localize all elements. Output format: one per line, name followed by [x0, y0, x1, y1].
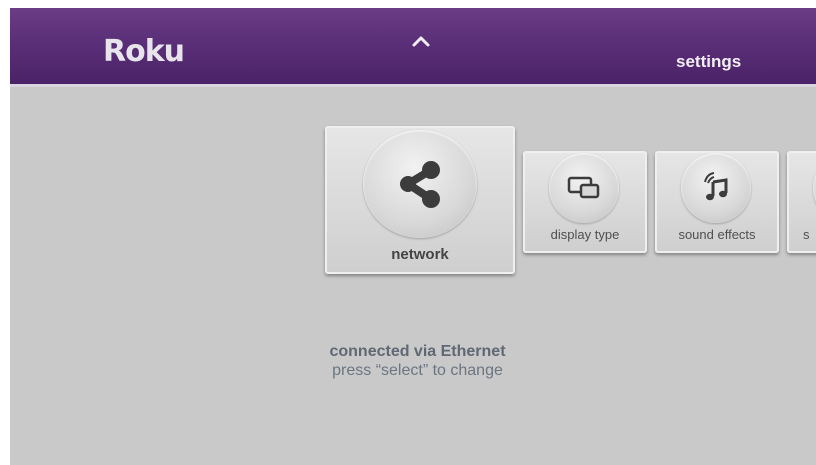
tile-label-sound-effects: sound effects — [678, 227, 756, 242]
tile-label-partial: s — [803, 227, 810, 242]
tile-partial[interactable]: s — [787, 151, 816, 253]
tile-label-network: network — [391, 246, 449, 263]
display-screens-icon — [567, 176, 600, 199]
header-bar: Roku settings — [10, 8, 816, 87]
tv-screen: Roku settings network display type sound… — [10, 8, 816, 465]
tile-network[interactable]: network — [325, 126, 515, 274]
tile-display-type[interactable]: display type — [523, 151, 647, 253]
page-title: settings — [676, 52, 742, 71]
roku-logo: Roku — [103, 34, 185, 69]
music-note-sound-icon — [704, 172, 728, 201]
connection-status: connected via Ethernet press “select” to… — [310, 342, 525, 380]
sound-icon-circle — [681, 153, 751, 223]
status-line-connected: connected via Ethernet — [329, 343, 506, 360]
status-line-instruction: press “select” to change — [332, 362, 503, 379]
tile-sound-effects[interactable]: sound effects — [655, 151, 779, 253]
network-icon-circle — [363, 130, 477, 238]
tile-label-display-type: display type — [550, 227, 620, 242]
chevron-up-icon[interactable] — [410, 32, 432, 50]
display-icon-circle — [549, 153, 619, 223]
share-network-icon — [400, 161, 440, 208]
